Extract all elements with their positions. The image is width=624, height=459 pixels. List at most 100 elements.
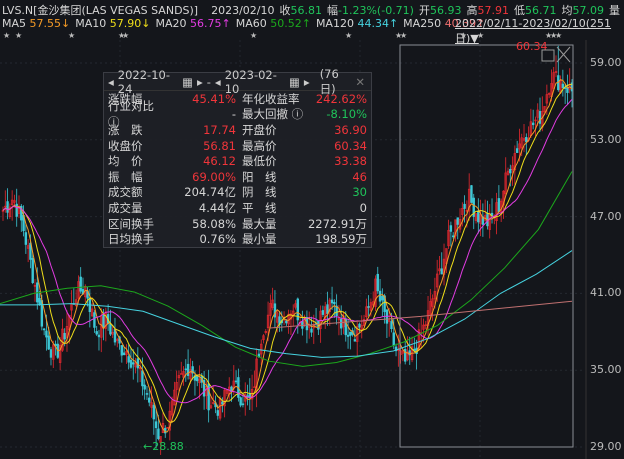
interval-stats-panel: ◂ 2022-10-24 ▦ ▸ - ◂ 2023-02-10 ▦ ▸ (76日) ✕ 涨跌… [103, 67, 372, 248]
candle-body [141, 370, 144, 387]
ma-legend-item: MA60 50.52↑ [236, 17, 311, 30]
stat-value: -8.10% [326, 107, 367, 122]
candle-body [497, 198, 501, 212]
close-icon[interactable]: ✕ [355, 75, 365, 89]
stat-label: 振 幅 [108, 169, 143, 184]
stat-label: 区间换手 [108, 216, 154, 231]
event-star-icon[interactable]: ★ [3, 31, 10, 40]
ma-legend-item: MA120 44.34↑ [316, 17, 398, 30]
next-arrow-icon[interactable]: ▸ [197, 75, 203, 89]
event-star-icon[interactable]: ★ [250, 31, 257, 40]
candle-body [376, 273, 379, 292]
min-price-label: ←28.88 [143, 440, 184, 453]
event-star-icon[interactable]: ★ [460, 31, 467, 40]
event-star-icon[interactable]: ★ [68, 31, 75, 40]
next-arrow-icon[interactable]: ▸ [304, 75, 310, 89]
event-star-icon[interactable]: ★ [555, 31, 562, 40]
candle-body [42, 328, 46, 331]
candle-body [180, 373, 183, 375]
stat-value: 45.41% [192, 91, 236, 106]
change-value: -1.23%(-0.71) [338, 4, 414, 17]
ma-value: 57.90↓ [109, 17, 151, 30]
candle-body [154, 421, 158, 429]
candle-body [449, 225, 453, 232]
stat-value: - [231, 107, 236, 122]
stat-value: 56.81 [203, 138, 236, 153]
stat-value: 36.90 [334, 122, 367, 137]
calendar-icon[interactable]: ▦ [182, 75, 193, 89]
prev-arrow-icon[interactable]: ◂ [215, 75, 221, 89]
stat-row: 行业对比 ⓘ - 最大回撤 ⓘ -8.10% [104, 99, 371, 129]
candle-body [143, 384, 146, 390]
event-star-icon[interactable]: ★ [400, 31, 407, 40]
y-tick-label: 29.00 [590, 440, 622, 453]
close-selection-icon[interactable] [556, 46, 571, 63]
stat-label: 最大量 [242, 216, 277, 231]
low-value: 56.71 [524, 4, 557, 17]
event-star-icon[interactable]: ★ [345, 31, 352, 40]
stat-row: 成交量 4.44亿平 线 0 [104, 200, 371, 216]
candle-body [129, 359, 133, 368]
stat-label: 收盘价 [108, 138, 143, 153]
stat-label: 最低价 [242, 154, 277, 169]
candle-body [367, 306, 370, 308]
candle-body [301, 321, 304, 329]
candle-body [531, 122, 535, 126]
stat-label: 成交额 [108, 185, 143, 200]
stat-value: 46.12 [203, 154, 236, 169]
y-tick-label: 59.00 [590, 56, 622, 69]
ma-value: 56.75↑ [189, 17, 231, 30]
calendar-icon[interactable]: ▦ [289, 75, 300, 89]
candle-body [463, 203, 466, 209]
stat-row: 涨 跌 17.74 开盘价 36.90 [104, 122, 371, 138]
stat-label: 平 线 [242, 200, 277, 215]
candle-body [184, 368, 188, 371]
avg-label: 均 [561, 4, 573, 17]
date: 2023/02/10 [211, 3, 275, 17]
stat-row: 振 幅 69.00% 阳 线 46 [104, 169, 371, 185]
candle-body [24, 232, 28, 245]
ma-legend-item: MA10 57.90↓ [75, 17, 150, 30]
change-label: 幅 [327, 4, 339, 17]
ma-legend-item: MA20 56.75↑ [155, 17, 230, 30]
stat-value: 2272.91万 [307, 216, 367, 231]
candle-body [152, 404, 156, 420]
candle-body [477, 210, 480, 223]
candle-body [122, 352, 126, 356]
y-tick-label: 35.00 [590, 363, 622, 377]
stat-value: 46 [352, 169, 367, 184]
stat-value: 60.34 [334, 138, 367, 153]
candle-body [285, 320, 288, 324]
event-star-icon[interactable]: ★ [122, 31, 129, 40]
close-value: 56.81 [290, 4, 323, 17]
ma-legend: MA5 57.55↓ MA10 57.90↓ MA20 56.75↑ MA60 50.… [2, 17, 485, 30]
open-label: 开 [418, 4, 430, 17]
y-tick-label: 41.00 [590, 286, 622, 300]
candle-body [241, 403, 245, 406]
candle-body [234, 380, 238, 383]
avg-value: 57.09 [572, 4, 604, 17]
candle-body [378, 290, 382, 302]
candle-body [253, 386, 256, 389]
stat-label: 年化收益率 [242, 91, 300, 106]
candle-body [525, 137, 528, 143]
candle-body [95, 331, 98, 335]
candle-body [38, 298, 41, 305]
stat-label: 阴 线 [242, 185, 277, 200]
candle-body [561, 83, 565, 89]
candle-body [333, 302, 336, 305]
candle-body [538, 111, 542, 124]
prev-arrow-icon[interactable]: ◂ [108, 75, 114, 89]
stat-label: 开盘价 [242, 122, 277, 137]
event-star-icon[interactable]: ★ [15, 31, 22, 40]
stat-row: 区间换手 58.08% 最大量 2272.91万 [104, 216, 371, 232]
event-star-icon[interactable]: ★ [477, 31, 484, 40]
stat-value: 204.74亿 [184, 185, 236, 200]
ma-label: MA5 [2, 17, 27, 30]
ma-value: 57.55↓ [29, 17, 71, 30]
candle-body [221, 401, 224, 405]
stat-label: 日均换手 [108, 232, 154, 247]
candle-body [321, 310, 325, 315]
low-label: 低 [513, 4, 525, 17]
candle-body [509, 168, 512, 174]
